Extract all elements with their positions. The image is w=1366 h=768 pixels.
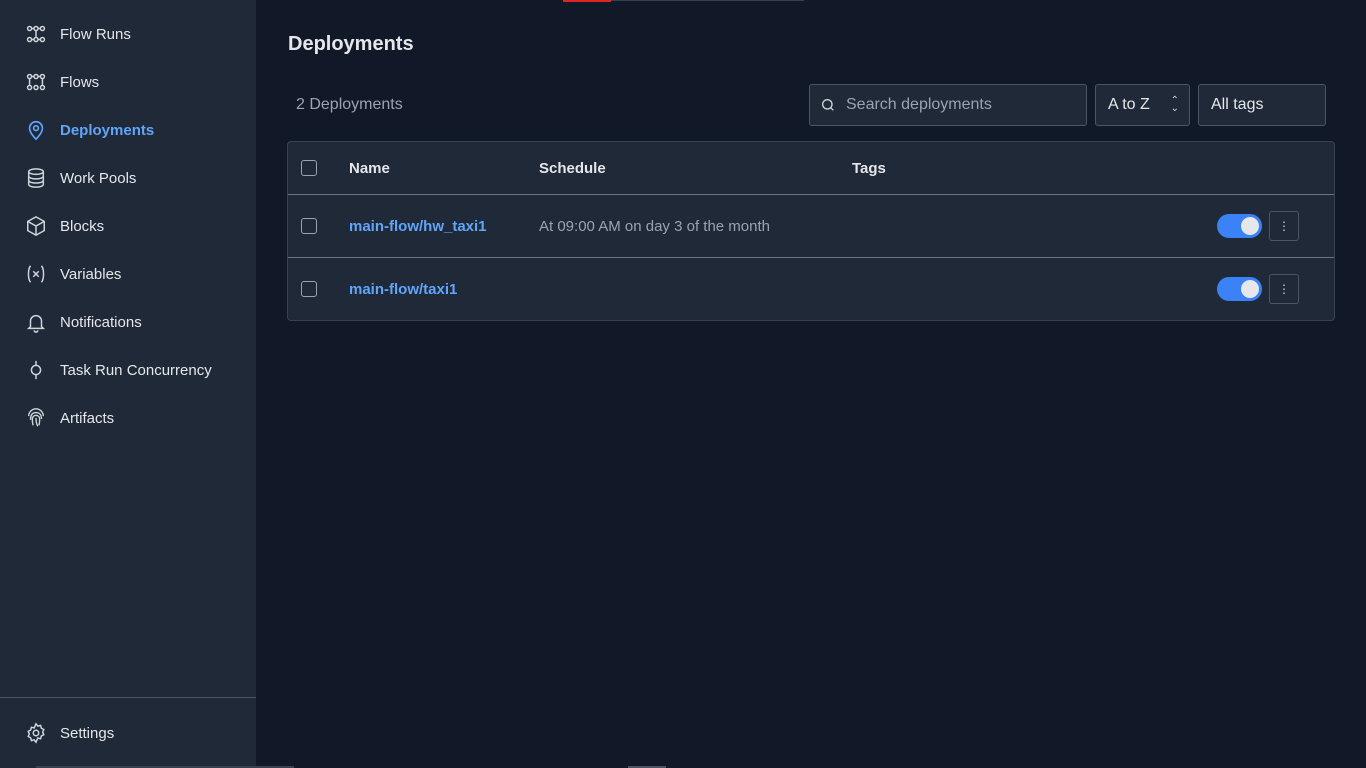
sidebar-item-label: Deployments [60,121,155,139]
concurrency-icon [24,358,48,382]
row-checkbox[interactable] [301,218,317,234]
deployment-name-link[interactable]: main-flow/taxi1 [349,281,457,298]
sidebar-item-label: Artifacts [60,409,115,427]
sidebar-item-label: Task Run Concurrency [60,361,212,379]
deployment-active-toggle[interactable] [1217,214,1262,238]
deployment-active-toggle[interactable] [1217,277,1262,301]
row-menu-button[interactable]: ⋮ [1269,211,1299,241]
select-all-checkbox[interactable] [301,160,317,176]
sidebar-item-task-run-concurrency[interactable]: Task Run Concurrency [0,350,256,390]
sort-select[interactable]: A to Z ⌃ ⌄ [1095,84,1190,126]
loading-bar [563,0,611,2]
column-header-name: Name [349,160,390,177]
search-box[interactable] [809,84,1087,126]
cube-icon [24,214,48,238]
row-checkbox[interactable] [301,281,317,297]
column-header-tags: Tags [852,160,886,177]
more-vertical-icon: ⋮ [1278,219,1290,233]
tags-selected-value: All tags [1211,96,1264,113]
sidebar-item-label: Flows [60,73,100,91]
sidebar-item-label: Work Pools [60,169,137,187]
search-input[interactable] [846,96,1066,114]
sort-selected-value: A to Z [1108,96,1150,113]
table-row: main-flow/taxi1 ⋮ [288,258,1334,320]
flow-runs-icon [24,22,48,46]
schedule-text: At 09:00 AM on day 3 of the month [539,218,770,235]
column-header-schedule: Schedule [539,160,606,177]
loading-bar-track [611,0,804,1]
table-header: Name Schedule Tags [288,142,1334,195]
sidebar-item-artifacts[interactable]: Artifacts [0,398,256,438]
toggle-knob [1241,280,1259,298]
sidebar-item-flow-runs[interactable]: Flow Runs [0,14,256,54]
toggle-knob [1241,217,1259,235]
sidebar-item-label: Variables [60,265,122,283]
bell-icon [24,310,48,334]
sidebar-divider [0,697,256,698]
flows-icon [24,70,48,94]
chevron-up-down-icon: ⌃ ⌄ [1170,95,1179,114]
variable-icon [24,262,48,286]
deployment-name-link[interactable]: main-flow/hw_taxi1 [349,218,487,235]
page-title: Deployments [288,33,414,55]
sidebar-item-label: Notifications [60,313,142,331]
sidebar-item-settings[interactable]: Settings [0,713,256,753]
sidebar-item-notifications[interactable]: Notifications [0,302,256,342]
search-icon [810,97,846,113]
sidebar-item-deployments[interactable]: Deployments [0,110,256,150]
deployments-table: Name Schedule Tags main-flow/hw_taxi1 At… [287,141,1335,321]
sidebar: Flow Runs Flows Deployments Work Pools B… [0,0,256,768]
sidebar-item-label: Settings [60,724,115,742]
sidebar-item-blocks[interactable]: Blocks [0,206,256,246]
app: Flow Runs Flows Deployments Work Pools B… [0,0,1366,768]
sidebar-item-flows[interactable]: Flows [0,62,256,102]
deployment-count: 2 Deployments [296,96,403,113]
more-vertical-icon: ⋮ [1278,282,1290,296]
database-icon [24,166,48,190]
fingerprint-icon [24,406,48,430]
sidebar-item-work-pools[interactable]: Work Pools [0,158,256,198]
sidebar-item-label: Blocks [60,217,105,235]
gear-icon [24,721,48,745]
row-menu-button[interactable]: ⋮ [1269,274,1299,304]
map-pin-icon [24,118,48,142]
sidebar-item-label: Flow Runs [60,25,131,43]
table-row: main-flow/hw_taxi1 At 09:00 AM on day 3 … [288,195,1334,258]
sidebar-item-variables[interactable]: Variables [0,254,256,294]
tags-filter[interactable]: All tags [1198,84,1326,126]
